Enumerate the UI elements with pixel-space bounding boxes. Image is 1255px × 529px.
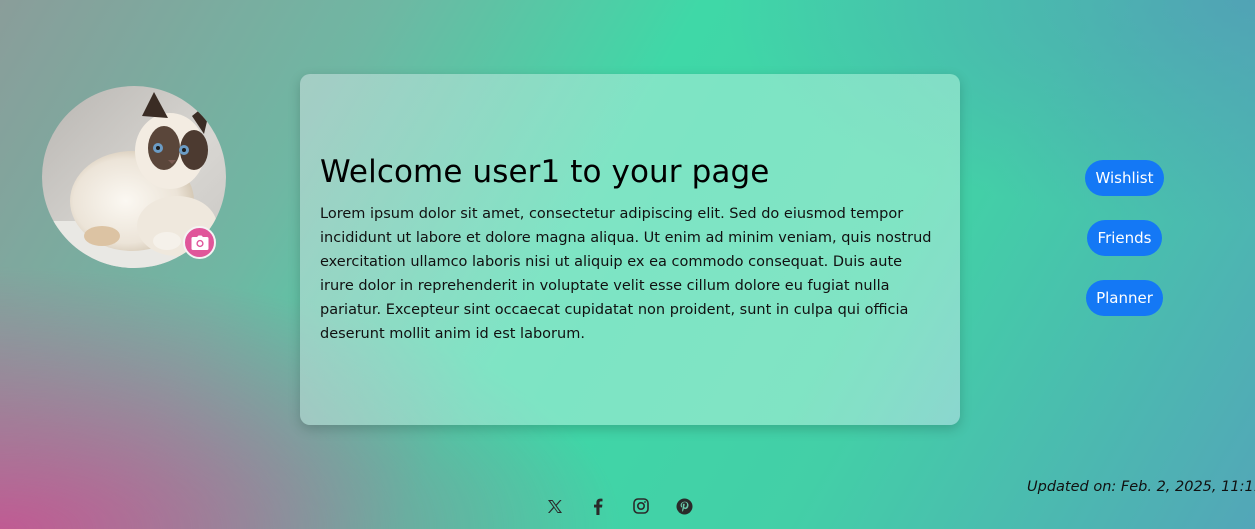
page-title: Welcome user1 to your page bbox=[320, 154, 770, 190]
welcome-card: Welcome user1 to your page Lorem ipsum d… bbox=[300, 74, 960, 425]
change-photo-button[interactable] bbox=[183, 226, 216, 259]
welcome-text: Lorem ipsum dolor sit amet, consectetur … bbox=[320, 206, 932, 342]
x-icon[interactable] bbox=[546, 496, 564, 516]
facebook-icon[interactable] bbox=[589, 496, 607, 516]
wishlist-button[interactable]: Wishlist bbox=[1085, 160, 1164, 196]
social-links bbox=[546, 496, 693, 516]
friends-button[interactable]: Friends bbox=[1087, 220, 1162, 256]
instagram-icon[interactable] bbox=[632, 496, 650, 516]
profile-avatar-area bbox=[42, 86, 226, 268]
updated-timestamp: Updated on: Feb. 2, 2025, 11:11 p.m. bbox=[1027, 479, 1255, 495]
planner-button[interactable]: Planner bbox=[1086, 280, 1163, 316]
pinterest-icon[interactable] bbox=[675, 496, 693, 516]
camera-icon bbox=[191, 235, 208, 250]
